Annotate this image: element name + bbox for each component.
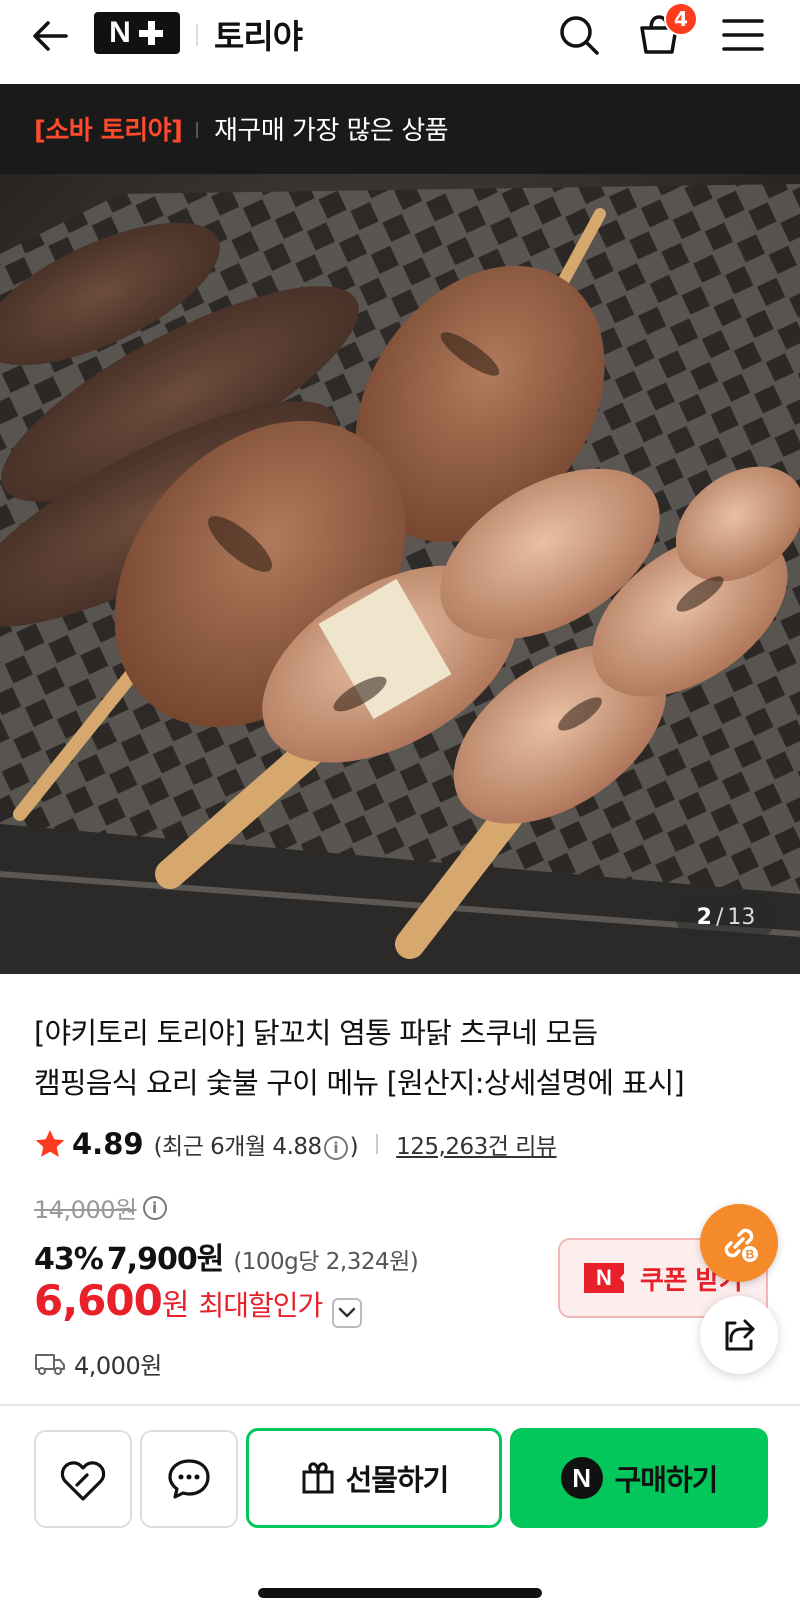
menu-button[interactable] (718, 12, 768, 58)
promo-tag: [소바 토리야] (34, 116, 183, 146)
divider (196, 122, 198, 138)
buy-button[interactable]: N 구매하기 (510, 1428, 768, 1528)
promo-text: 재구매 가장 많은 상품 (214, 116, 449, 146)
gift-label: 선물하기 (345, 1463, 450, 1497)
shipping-row: 4,000원 (34, 1346, 162, 1381)
naver-plus-logo[interactable]: N (94, 12, 180, 54)
sale-price: 7,900원 (106, 1242, 224, 1277)
unit-price: (100g당 2,324원) (233, 1249, 419, 1275)
cart-count-badge: 4 (664, 2, 698, 36)
product-photo (0, 174, 800, 974)
shipping-fee: 4,000원 (74, 1352, 162, 1380)
gift-button[interactable]: 선물하기 (246, 1428, 502, 1528)
recent-rating: (최근 6개월 4.88 i) (153, 1134, 359, 1160)
info-icon[interactable]: i (142, 1195, 167, 1220)
top-nav-bar: N 토리야 4 (0, 0, 800, 84)
product-image[interactable] (0, 174, 800, 974)
back-arrow-icon (33, 21, 68, 51)
naver-coupon-icon: N (584, 1263, 624, 1293)
image-counter: 2 / 13 (676, 894, 776, 940)
truck-icon (35, 1353, 65, 1375)
wishlist-button[interactable] (34, 1430, 132, 1528)
heart-icon (60, 1461, 106, 1501)
plus-icon (137, 19, 165, 47)
promo-banner[interactable]: [소바 토리야] 재구매 가장 많은 상품 (0, 84, 800, 174)
home-indicator[interactable] (258, 1588, 542, 1598)
rating-value: 4.89 (72, 1127, 144, 1161)
discount-rate: 43% (34, 1242, 104, 1277)
original-price: 14,000원 (34, 1196, 137, 1224)
max-discount-price: 6,600원 (34, 1276, 189, 1325)
max-discount-label: 최대할인가 (198, 1289, 323, 1322)
link-icon: B (724, 1228, 758, 1262)
chevron-down-icon (339, 1307, 356, 1318)
search-icon (560, 16, 599, 55)
max-discount-toggle[interactable] (332, 1298, 363, 1328)
store-name[interactable]: 토리야 (214, 10, 303, 58)
search-button[interactable] (556, 12, 602, 58)
info-icon[interactable]: i (323, 1135, 348, 1160)
svg-text:B: B (746, 1248, 755, 1262)
review-count-link[interactable]: 125,263건 리뷰 (396, 1127, 557, 1161)
divider (196, 24, 198, 46)
star-icon (35, 1130, 65, 1157)
buy-label: 구매하기 (614, 1463, 719, 1497)
original-price-row: 14,000원 i (34, 1190, 169, 1225)
rating-row: 4.89 (최근 6개월 4.88 i) 125,263건 리뷰 (34, 1124, 557, 1164)
chat-bubble-icon (168, 1459, 210, 1499)
floating-share-button[interactable] (700, 1296, 778, 1374)
share-icon (725, 1319, 755, 1351)
bottom-action-bar: 선물하기 N 구매하기 (0, 1406, 800, 1616)
naver-pay-icon: N (560, 1457, 603, 1499)
sale-price-row: 43% 7,900원 (100g당 2,324원) (34, 1234, 419, 1278)
floating-link-button[interactable]: B (700, 1204, 778, 1282)
chat-button[interactable] (140, 1430, 238, 1528)
gift-icon (302, 1462, 334, 1494)
back-button[interactable] (28, 14, 72, 58)
divider (376, 1134, 379, 1154)
hamburger-menu-icon (722, 19, 764, 51)
product-title: [야키토리 토리야] 닭꼬치 염통 파닭 츠쿠네 모듬 캠핑음식 요리 숯불 구… (34, 1016, 685, 1100)
max-discount-row[interactable]: 6,600원 최대할인가 (34, 1276, 363, 1328)
